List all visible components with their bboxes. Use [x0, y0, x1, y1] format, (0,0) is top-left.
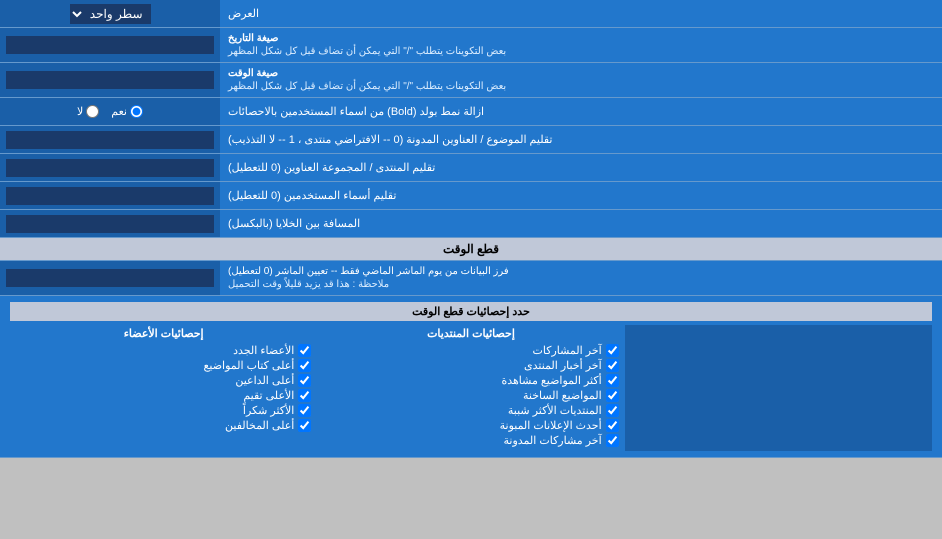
bold-remove-no-option[interactable]: لا [77, 105, 99, 118]
time-cutoff-input[interactable]: 0 [6, 269, 214, 287]
stats-title: حدد إحصائيات قطع الوقت [10, 302, 932, 321]
member-stats-item-5: أعلى المخالفين [16, 419, 311, 432]
member-stats-item-0: الأعضاء الجدد [16, 344, 311, 357]
bold-remove-label: ازالة نمط بولد (Bold) من اسماء المستخدمي… [228, 105, 484, 118]
username-trim-label: تقليم أسماء المستخدمين (0 للتعطيل) [228, 189, 396, 202]
member-stats-item-2: أعلى الداعين [16, 374, 311, 387]
stats-item-1: آخر أخبار المنتدى [323, 359, 618, 372]
time-format-sublabel: بعض التكوينات يتطلب "/" التي يمكن أن تضا… [228, 80, 506, 93]
stats-item-5: أحدث الإعلانات المبونة [323, 419, 618, 432]
cell-spacing-label: المسافة بين الخلايا (بالبكسل) [228, 217, 360, 230]
forum-group-label: تقليم المنتدى / المجموعة العناوين (0 للت… [228, 161, 435, 174]
topic-subject-input[interactable]: 33 [6, 131, 214, 149]
bold-remove-yes-option[interactable]: نعم [111, 105, 143, 118]
topic-subject-label: تقليم الموضوع / العناوين المدونة (0 -- ا… [228, 133, 552, 146]
forum-group-input[interactable]: 33 [6, 159, 214, 177]
time-format-input[interactable]: H:i [6, 71, 214, 89]
member-stats-item-1: أعلى كتاب المواضيع [16, 359, 311, 372]
date-format-input[interactable]: d-m [6, 36, 214, 54]
stats-item-2: أكثر المواضيع مشاهدة [323, 374, 618, 387]
time-cutoff-label: فرز البيانات من يوم الماشر الماضي فقط --… [228, 265, 509, 278]
date-format-sublabel: بعض التكوينات يتطلب "/" التي يمكن أن تضا… [228, 45, 506, 58]
date-format-label: صيغة التاريخ [228, 32, 278, 45]
time-section-header: قطع الوقت [0, 238, 942, 261]
stats-item-6: آخر مشاركات المدونة [323, 434, 618, 447]
time-cutoff-sublabel: ملاحظة : هذا قد يزيد قليلاً وقت التحميل [228, 278, 389, 291]
forum-stats-title: إحصائيات المنتديات [323, 327, 618, 340]
page-label: العرض [228, 7, 259, 20]
display-dropdown[interactable]: سطر واحد [70, 4, 151, 24]
stats-item-0: آخر المشاركات [323, 344, 618, 357]
time-format-label: صيغة الوقت [228, 67, 278, 80]
stats-item-4: المنتديات الأكثر شببة [323, 404, 618, 417]
stats-item-3: المواضيع الساخنة [323, 389, 618, 402]
username-trim-input[interactable]: 0 [6, 187, 214, 205]
member-stats-title: إحصائيات الأعضاء [16, 327, 311, 340]
cell-spacing-input[interactable]: 2 [6, 215, 214, 233]
member-stats-item-4: الأكثر شكراً [16, 404, 311, 417]
member-stats-item-3: الأعلى تقيم [16, 389, 311, 402]
